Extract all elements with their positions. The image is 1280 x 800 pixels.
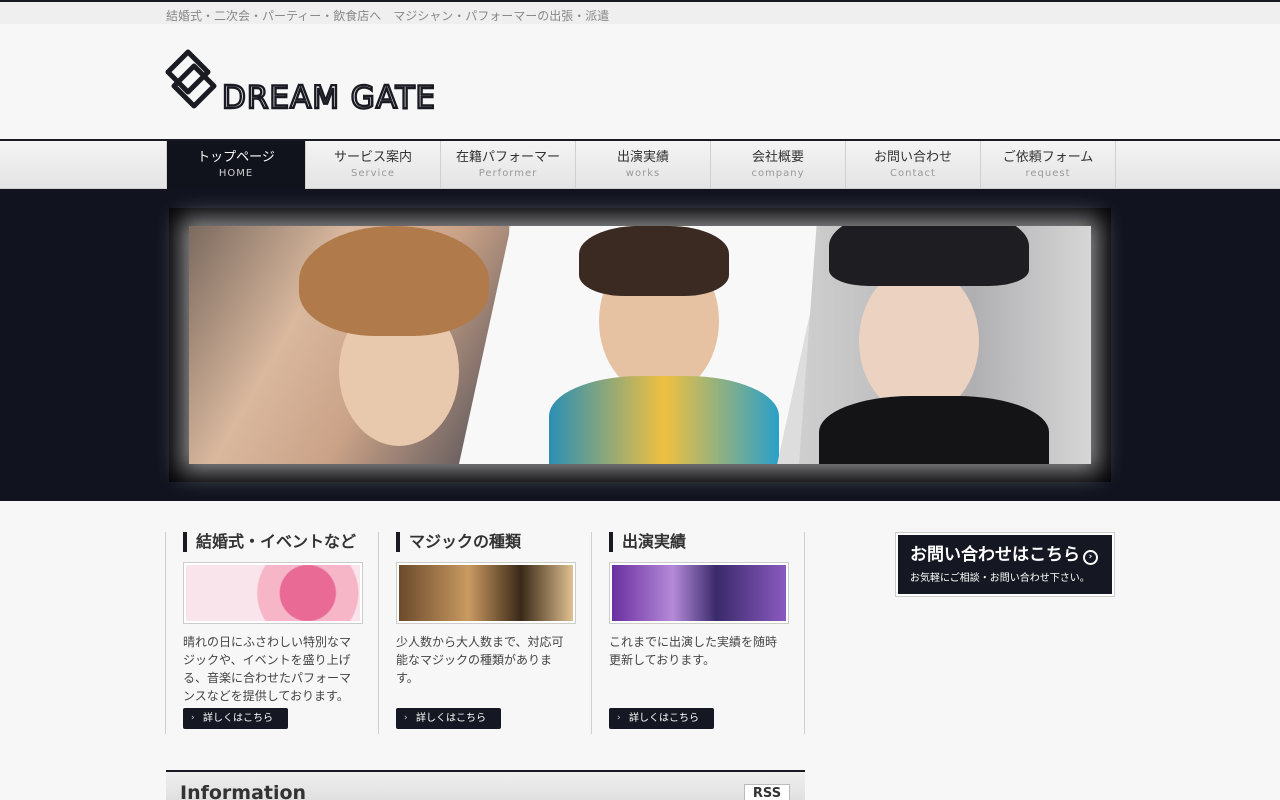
- nav-sublabel: Service: [351, 168, 395, 179]
- contact-banner-subtitle: お気軽にご相談・お問い合わせ下さい。: [910, 573, 1090, 584]
- nav-item-works[interactable]: 出演実績 works: [576, 141, 711, 189]
- feature-column-magic-types: マジックの種類 少人数から大人数まで、対応可能なマジックの種類があります。 › …: [378, 532, 592, 734]
- hat-shape: [829, 226, 1029, 286]
- nav-item-service[interactable]: サービス案内 Service: [306, 141, 441, 189]
- column-title: 結婚式・イベントなど: [183, 532, 356, 552]
- nav-item-contact[interactable]: お問い合わせ Contact: [846, 141, 981, 189]
- face-shape: [859, 266, 979, 416]
- contact-banner-title: お問い合わせはこちら ›: [910, 545, 1112, 565]
- details-button[interactable]: › 詳しくはこちら: [183, 708, 288, 729]
- nav-sublabel: works: [625, 168, 661, 179]
- nav-sublabel: HOME: [218, 168, 254, 179]
- nav-sublabel: request: [1025, 168, 1071, 179]
- performer-photo-2: [459, 226, 829, 464]
- magic-show-image-fill: [399, 565, 573, 621]
- contact-banner[interactable]: お問い合わせはこちら › お気軽にご相談・お問い合わせ下さい。: [895, 532, 1115, 597]
- nav-sublabel: Performer: [478, 168, 538, 179]
- hero-banner-image: [189, 226, 1091, 464]
- details-button[interactable]: › 詳しくはこちら: [609, 708, 714, 729]
- roses-image-fill: [186, 565, 360, 621]
- chevron-right-icon: ›: [191, 713, 195, 723]
- works-photo-image-fill: [612, 565, 786, 621]
- nav-label: 出演実績: [616, 150, 669, 165]
- roses-image[interactable]: [183, 562, 363, 624]
- nav-item-performer[interactable]: 在籍パフォーマー Performer: [441, 141, 576, 189]
- chevron-right-icon: ›: [617, 713, 621, 723]
- nav-item-request[interactable]: ご依頼フォーム request: [981, 141, 1116, 189]
- logo-text: DREAM GATE: [222, 80, 434, 112]
- nav-item-home[interactable]: トップページ HOME: [167, 141, 306, 189]
- magic-show-image[interactable]: [396, 562, 576, 624]
- column-title: マジックの種類: [396, 532, 521, 552]
- feature-column-wedding: 結婚式・イベントなど 晴れの日にふさわしい特別なマジックや、イベントを盛り上げる…: [165, 532, 379, 734]
- nav-label: トップページ: [197, 150, 275, 165]
- arrow-circle-icon: ›: [1083, 550, 1098, 565]
- nav-label: サービス案内: [333, 150, 412, 165]
- nav-item-company[interactable]: 会社概要 company: [711, 141, 846, 189]
- chevron-right-icon: ›: [404, 713, 408, 723]
- hair-shape: [579, 226, 729, 296]
- nav-label: ご依頼フォーム: [1002, 150, 1094, 165]
- feature-column-works: 出演実績 これまでに出演した実績を随時更新しております。 › 詳しくはこちら: [591, 532, 805, 734]
- main-navigation: トップページ HOME サービス案内 Service 在籍パフォーマー Perf…: [166, 141, 1116, 189]
- dream-gate-logo[interactable]: DREAM GATE: [164, 46, 434, 112]
- information-title: Information: [180, 782, 307, 800]
- tagline-bar: 結婚式・二次会・パーティー・飲食店へ マジシャン・パフォーマーの出張・派遣: [0, 2, 1280, 24]
- hair-shape: [299, 226, 489, 336]
- nav-sublabel: company: [751, 168, 805, 179]
- nav-label: 在籍パフォーマー: [455, 150, 560, 165]
- column-text: 少人数から大人数まで、対応可能なマジックの種類があります。: [396, 635, 564, 685]
- nav-label: お問い合わせ: [873, 150, 952, 165]
- details-button-label: 詳しくはこちら: [416, 713, 486, 724]
- works-photo-image[interactable]: [609, 562, 789, 624]
- site-tagline: 結婚式・二次会・パーティー・飲食店へ マジシャン・パフォーマーの出張・派遣: [166, 9, 610, 23]
- column-title: 出演実績: [609, 532, 686, 552]
- performer-photo-3: [799, 226, 1091, 464]
- nav-label: 会社概要: [751, 150, 804, 165]
- column-text: 晴れの日にふさわしい特別なマジックや、イベントを盛り上げる、音楽に合わせたパフォ…: [183, 635, 352, 703]
- jacket-shape: [819, 396, 1049, 464]
- details-button[interactable]: › 詳しくはこちら: [396, 708, 501, 729]
- details-button-label: 詳しくはこちら: [629, 713, 699, 724]
- scarf-shape: [549, 376, 779, 464]
- information-section: Information RSS: [166, 770, 805, 800]
- performer-photo-1: [189, 226, 509, 464]
- column-text: これまでに出演した実績を随時更新しております。: [609, 635, 778, 667]
- details-button-label: 詳しくはこちら: [203, 713, 273, 724]
- contact-banner-inner: お問い合わせはこちら › お気軽にご相談・お問い合わせ下さい。: [898, 535, 1112, 594]
- contact-banner-label: お問い合わせはこちら: [910, 545, 1080, 565]
- rss-button[interactable]: RSS: [744, 784, 790, 800]
- nav-sublabel: Contact: [890, 168, 936, 179]
